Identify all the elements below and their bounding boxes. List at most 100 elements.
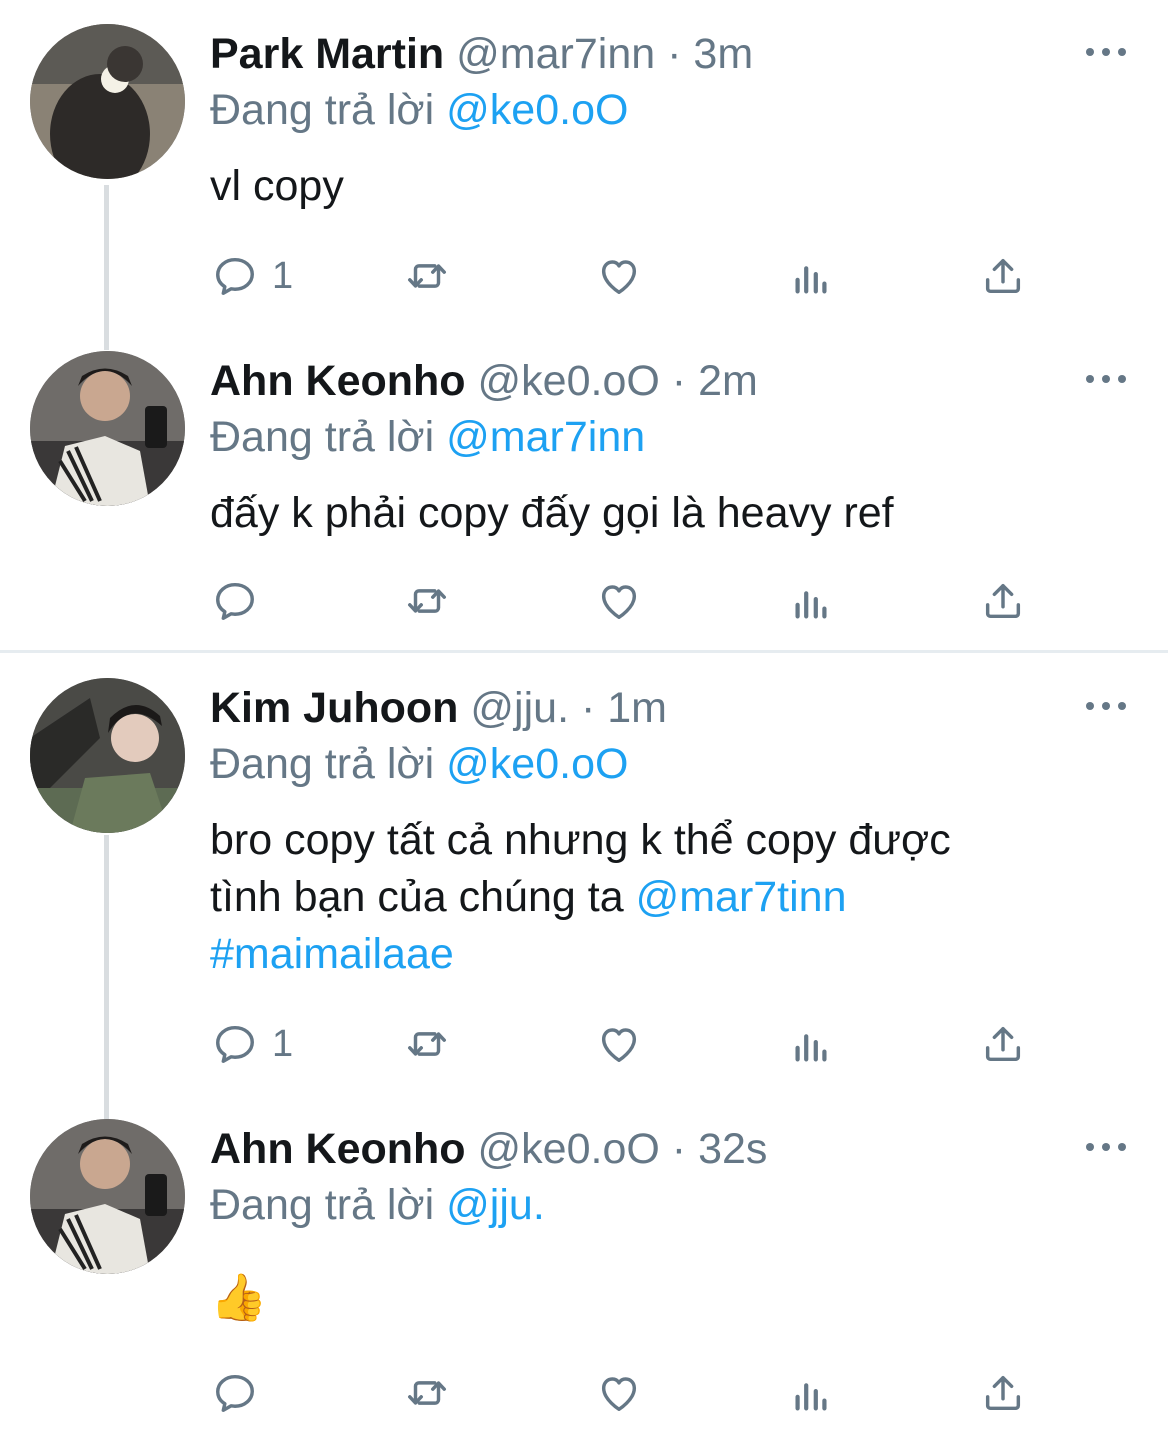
share-button[interactable]	[980, 1365, 1026, 1421]
tweet-text: đấy k phải copy đấy gọi là heavy ref	[210, 489, 894, 537]
hashtag-link[interactable]: #maimailaae	[210, 926, 1110, 983]
more-icon[interactable]	[1086, 38, 1126, 66]
user-handle[interactable]: @mar7inn	[456, 30, 655, 78]
retweet-button[interactable]	[404, 573, 450, 629]
separator-dot: ·	[667, 30, 682, 78]
replying-to: Đang trả lời @mar7inn	[210, 409, 645, 465]
reply-button[interactable]	[212, 1365, 258, 1421]
heart-icon	[596, 578, 642, 624]
display-name[interactable]: Ahn Keonho	[210, 357, 466, 405]
reply-icon	[212, 1370, 258, 1416]
more-icon[interactable]	[1086, 365, 1126, 393]
tweet[interactable]: Park Martin @mar7inn · 3m Đang trả lời @…	[0, 24, 1168, 324]
replying-to: Đang trả lời @ke0.oO	[210, 82, 628, 138]
retweet-icon	[404, 1370, 450, 1416]
analytics-button[interactable]	[788, 1365, 834, 1421]
display-name[interactable]: Kim Juhoon	[210, 684, 458, 732]
analytics-icon	[788, 578, 834, 624]
tweet-text-line: tình bạn của chúng ta @mar7tinn	[210, 869, 1110, 926]
separator-dot: ·	[671, 357, 687, 405]
share-button[interactable]	[980, 1016, 1026, 1072]
reply-button[interactable]: 1	[212, 1016, 293, 1072]
reply-prefix: Đang trả lời	[210, 1181, 435, 1229]
like-button[interactable]	[596, 1365, 642, 1421]
tweet-header: Ahn Keonho @ke0.oO · 32s	[210, 1121, 767, 1177]
reply-button[interactable]: 1	[212, 248, 293, 304]
replying-to: Đang trả lời @jju.	[210, 1177, 545, 1233]
reply-prefix: Đang trả lời	[210, 413, 435, 461]
separator-dot: ·	[671, 1125, 687, 1173]
user-handle[interactable]: @ke0.oO	[478, 1125, 660, 1173]
share-icon	[980, 1370, 1026, 1416]
timestamp[interactable]: 2m	[698, 357, 758, 405]
reply-mention-link[interactable]: @jju.	[446, 1181, 545, 1229]
thread-divider	[0, 650, 1168, 653]
analytics-button[interactable]	[788, 248, 834, 304]
analytics-button[interactable]	[788, 573, 834, 629]
avatar[interactable]	[30, 24, 185, 179]
tweet-header: Ahn Keonho @ke0.oO · 2m	[210, 353, 758, 409]
tweet-text: bro copy tất cả nhưng k thể copy được tì…	[210, 812, 1110, 983]
avatar-photo	[30, 351, 185, 506]
retweet-icon	[404, 1021, 450, 1067]
like-button[interactable]	[596, 1016, 642, 1072]
tweet[interactable]: Kim Juhoon @jju. · 1m Đang trả lời @ke0.…	[0, 678, 1168, 1098]
tweet-text-segment: tình bạn của chúng ta	[210, 873, 624, 921]
timestamp[interactable]: 3m	[693, 30, 753, 78]
display-name[interactable]: Ahn Keonho	[210, 1125, 466, 1173]
avatar[interactable]	[30, 1119, 185, 1274]
display-name[interactable]: Park Martin	[210, 30, 444, 78]
retweet-icon	[404, 253, 450, 299]
share-button[interactable]	[980, 248, 1026, 304]
analytics-icon	[788, 1021, 834, 1067]
mention-link[interactable]: @mar7tinn	[636, 873, 847, 921]
replying-to: Đang trả lời @ke0.oO	[210, 736, 628, 792]
avatar[interactable]	[30, 678, 185, 833]
share-icon	[980, 578, 1026, 624]
like-button[interactable]	[596, 248, 642, 304]
reply-count: 1	[272, 1022, 294, 1065]
separator-dot: ·	[580, 684, 596, 732]
reply-prefix: Đang trả lời	[210, 86, 435, 134]
reply-mention-link[interactable]: @mar7inn	[446, 413, 645, 461]
heart-icon	[596, 253, 642, 299]
user-handle[interactable]: @ke0.oO	[478, 357, 660, 405]
analytics-icon	[788, 1370, 834, 1416]
retweet-button[interactable]	[404, 1016, 450, 1072]
share-button[interactable]	[980, 573, 1026, 629]
tweet-text-line: bro copy tất cả nhưng k thể copy được	[210, 816, 951, 864]
user-handle[interactable]: @jju.	[470, 684, 569, 732]
tweet-header: Kim Juhoon @jju. · 1m	[210, 680, 667, 736]
avatar[interactable]	[30, 351, 185, 506]
reply-mention-link[interactable]: @ke0.oO	[446, 740, 628, 788]
tweet[interactable]: Ahn Keonho @ke0.oO · 2m Đang trả lời @ma…	[0, 351, 1168, 641]
share-icon	[980, 1021, 1026, 1067]
reply-button[interactable]	[212, 573, 258, 629]
share-icon	[980, 253, 1026, 299]
timestamp[interactable]: 1m	[607, 684, 667, 732]
like-button[interactable]	[596, 573, 642, 629]
tweet[interactable]: Ahn Keonho @ke0.oO · 32s Đang trả lời @j…	[0, 1119, 1168, 1419]
avatar-photo	[30, 1119, 185, 1274]
reply-count: 1	[272, 254, 294, 297]
reply-mention-link[interactable]: @ke0.oO	[446, 86, 628, 134]
action-bar: 1	[210, 1016, 1050, 1072]
reply-icon	[212, 253, 258, 299]
heart-icon	[596, 1021, 642, 1067]
more-icon[interactable]	[1086, 1133, 1126, 1161]
retweet-icon	[404, 578, 450, 624]
analytics-button[interactable]	[788, 1016, 834, 1072]
tweet-header: Park Martin @mar7inn · 3m	[210, 26, 753, 82]
timestamp[interactable]: 32s	[698, 1125, 767, 1173]
reply-prefix: Đang trả lời	[210, 740, 435, 788]
retweet-button[interactable]	[404, 248, 450, 304]
action-bar	[210, 1365, 1050, 1421]
reply-icon	[212, 578, 258, 624]
heart-icon	[596, 1370, 642, 1416]
retweet-button[interactable]	[404, 1365, 450, 1421]
analytics-icon	[788, 253, 834, 299]
action-bar: 1	[210, 248, 1050, 304]
more-icon[interactable]	[1086, 692, 1126, 720]
avatar-photo	[30, 678, 185, 833]
thumbs-up-emoji: 👍	[210, 1271, 268, 1323]
